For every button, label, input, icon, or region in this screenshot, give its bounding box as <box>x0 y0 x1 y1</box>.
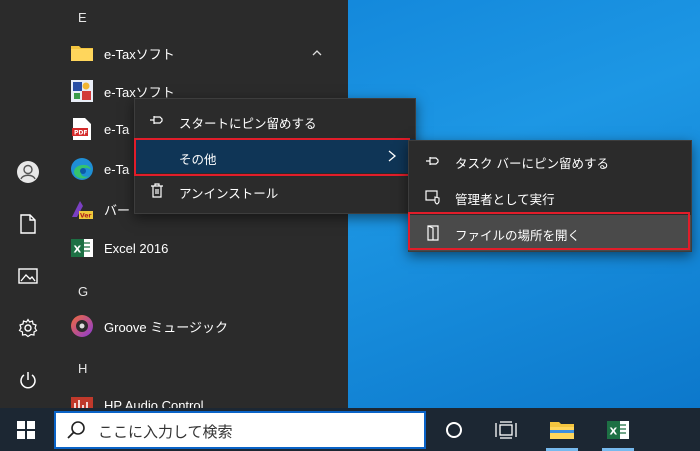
svg-text:PDF: PDF <box>74 130 87 137</box>
edge-icon <box>70 157 94 181</box>
hp-audio-label: HP Audio Control <box>104 397 204 409</box>
pin-to-taskbar-item[interactable]: タスク バーにピン留めする <box>409 143 691 179</box>
run-as-admin-item[interactable]: 管理者として実行 <box>409 179 691 215</box>
settings-gear-icon[interactable] <box>14 314 42 342</box>
user-avatar-icon[interactable] <box>14 158 42 186</box>
search-placeholder: ここに入力して検索 <box>98 423 233 441</box>
hp-audio-app[interactable]: HP Audio Control <box>70 388 340 408</box>
chevron-right-icon <box>388 150 397 162</box>
task-view-button[interactable] <box>490 414 522 446</box>
uninstall-item[interactable]: アンインストール <box>135 173 415 207</box>
etax-folder[interactable]: e-Taxソフト <box>70 36 340 70</box>
submenu: タスク バーにピン留めする 管理者として実行 ファイルの場所を開く <box>408 140 692 252</box>
section-letter-h[interactable]: H <box>78 361 87 376</box>
groove-app[interactable]: Groove ミュージック <box>70 309 340 343</box>
power-icon[interactable] <box>14 366 42 394</box>
taskbar: ここに入力して検索 X <box>0 408 700 451</box>
pin-to-start-label: スタートにピン留めする <box>179 116 317 131</box>
groove-music-icon <box>70 314 94 338</box>
excel-taskbar-button[interactable]: X <box>602 414 634 446</box>
start-menu-rail <box>0 0 56 408</box>
file-explorer-icon <box>550 422 574 439</box>
pin-icon <box>150 116 163 124</box>
uninstall-label: アンインストール <box>179 186 279 201</box>
groove-app-label: Groove ミュージック <box>104 319 228 335</box>
hp-audio-icon <box>70 393 94 408</box>
chevron-up-icon[interactable] <box>312 48 322 58</box>
more-label: その他 <box>179 152 217 167</box>
file-explorer-button[interactable] <box>546 414 578 446</box>
excel-icon: X <box>70 236 94 260</box>
section-letter-g[interactable]: G <box>78 284 88 299</box>
shield-window-icon <box>425 190 440 205</box>
etax-app-icon <box>70 79 94 103</box>
task-view-icon <box>495 421 517 439</box>
svg-text:X: X <box>610 427 618 438</box>
excel-icon: X <box>607 421 629 439</box>
etax-folder-label: e-Taxソフト <box>104 46 175 62</box>
document-icon[interactable] <box>14 210 42 238</box>
pin-icon <box>426 157 439 165</box>
more-item[interactable]: その他 <box>135 139 415 173</box>
ver-app-label: バー <box>104 202 131 218</box>
file-location-icon <box>427 225 439 241</box>
search-icon <box>67 421 85 439</box>
run-as-admin-label: 管理者として実行 <box>455 192 555 207</box>
pdf-icon: PDF <box>70 117 94 141</box>
version-tool-icon: Ver <box>70 197 94 221</box>
search-box[interactable]: ここに入力して検索 <box>54 411 426 449</box>
pin-to-taskbar-label: タスク バーにピン留めする <box>455 156 609 171</box>
svg-text:X: X <box>74 245 82 256</box>
excel-app-label: Excel 2016 <box>104 240 169 256</box>
excel-app[interactable]: X Excel 2016 <box>70 231 340 265</box>
context-menu: スタートにピン留めする その他 アンインストール <box>134 98 416 214</box>
svg-text:Ver: Ver <box>80 213 91 220</box>
cortana-circle-icon <box>446 422 462 438</box>
edge-app-label: e-Ta <box>104 161 130 177</box>
open-file-location-label: ファイルの場所を開く <box>455 228 581 243</box>
cortana-button[interactable] <box>438 414 470 446</box>
start-button[interactable] <box>0 408 52 451</box>
pictures-icon[interactable] <box>14 262 42 290</box>
open-file-location-item[interactable]: ファイルの場所を開く <box>409 215 691 251</box>
pin-to-start-item[interactable]: スタートにピン留めする <box>135 103 415 137</box>
folder-icon <box>70 41 94 65</box>
trash-icon <box>151 183 163 198</box>
windows-logo-icon <box>17 420 35 439</box>
section-letter-e[interactable]: E <box>78 10 87 25</box>
pdf-app-label: e-Ta <box>104 121 130 137</box>
